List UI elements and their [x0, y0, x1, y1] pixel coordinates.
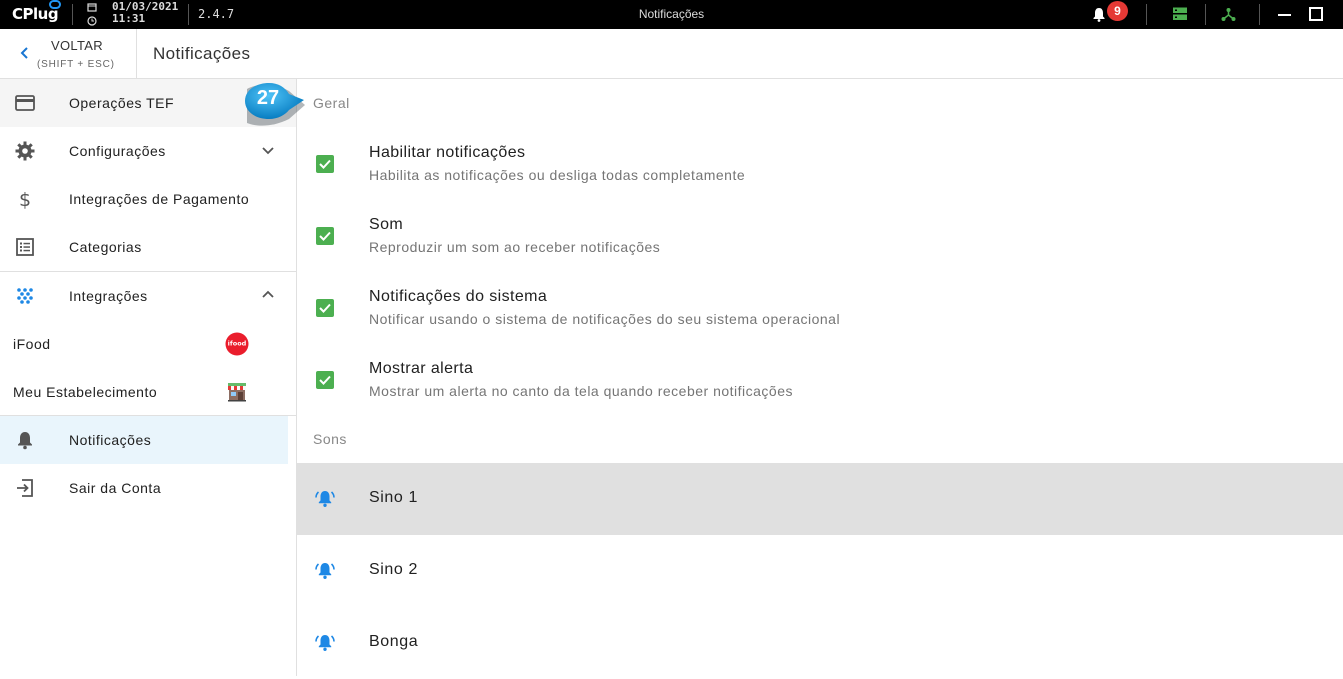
sidebar-item-label: Operações TEF [69, 95, 175, 111]
sidebar-item-integracoes[interactable]: Integrações [0, 272, 296, 320]
sidebar-item-label: Meu Estabelecimento [13, 384, 158, 400]
sidebar-item-label: Sair da Conta [69, 480, 162, 496]
store-icon [228, 383, 246, 402]
server-icon[interactable] [1173, 7, 1187, 21]
sound-item-sino-2[interactable]: Sino 2 [297, 535, 1343, 607]
option-notificacoes-do-sistema[interactable]: Notificações do sistema Notificar usando… [297, 288, 1343, 360]
option-title: Som [369, 216, 404, 233]
sidebar-item-label: Configurações [69, 143, 166, 159]
sidebar-item-label: Notificações [69, 432, 152, 448]
option-title: Notificações do sistema [369, 288, 548, 305]
ifood-logo-icon: ifood [225, 332, 249, 356]
separator [1205, 4, 1206, 25]
back-button[interactable]: VOLTAR (SHIFT + ESC) [0, 29, 137, 78]
network-icon[interactable] [1221, 7, 1236, 22]
window-title: Notificações [638, 7, 705, 21]
option-description: Mostrar um alerta no canto da tela quand… [369, 383, 794, 399]
maximize-icon[interactable] [1309, 7, 1323, 21]
chevron-down-icon [262, 147, 274, 155]
notification-badge[interactable]: 9 [1107, 1, 1128, 21]
sidebar-item-label: iFood [13, 336, 51, 352]
sound-label: Bonga [369, 633, 419, 650]
page-title: Notificações [153, 44, 251, 63]
dots-grid-icon [17, 288, 33, 304]
check-icon [319, 159, 331, 169]
option-title: Mostrar alerta [369, 360, 474, 377]
sidebar-item-integracoes-pagamento[interactable]: $ Integrações de Pagamento [0, 175, 296, 223]
option-mostrar-alerta[interactable]: Mostrar alerta Mostrar um alerta no cant… [297, 360, 1343, 432]
main-content: Geral Habilitar notificações Habilita as… [297, 79, 1343, 676]
chevron-left-icon [20, 47, 28, 59]
sound-item-bonga[interactable]: Bonga [297, 607, 1343, 679]
option-som[interactable]: Som Reproduzir um som ao receber notific… [297, 216, 1343, 288]
gear-icon [15, 141, 35, 161]
bell-ringing-icon [315, 635, 335, 651]
sidebar-item-notificacoes[interactable]: Notificações [0, 416, 288, 464]
check-icon [319, 231, 331, 241]
option-description: Notificar usando o sistema de notificaçõ… [369, 311, 841, 327]
title-bar: CPlug 01/03/2021 11:31 2.4.7 Notificaçõe… [0, 0, 1343, 29]
svg-text:ifood: ifood [228, 340, 247, 348]
dollar-icon: $ [19, 189, 31, 210]
checkbox-checked[interactable] [316, 299, 334, 317]
sidebar-item-sair-da-conta[interactable]: Sair da Conta [0, 464, 296, 512]
logout-icon [17, 479, 33, 497]
sound-item-sino-1[interactable]: Sino 1 [297, 463, 1343, 535]
sidebar-item-meu-estabelecimento[interactable]: Meu Estabelecimento [0, 368, 296, 416]
chevron-up-icon [262, 290, 274, 298]
checkbox-checked[interactable] [316, 371, 334, 389]
option-title: Habilitar notificações [369, 144, 526, 161]
checkbox-checked[interactable] [316, 155, 334, 173]
sidebar-item-label: Integrações de Pagamento [69, 191, 250, 207]
separator [1259, 4, 1260, 25]
sidebar-item-label: Integrações [69, 288, 148, 304]
checkbox-checked[interactable] [316, 227, 334, 245]
sidebar-item-ifood[interactable]: iFood ifood [0, 320, 296, 368]
bell-icon [18, 432, 32, 450]
bell-ringing-icon [315, 491, 335, 507]
option-habilitar-notificacoes[interactable]: Habilitar notificações Habilita as notif… [297, 144, 1343, 216]
page-header: VOLTAR (SHIFT + ESC) Notificações [0, 29, 1343, 79]
check-icon [319, 375, 331, 385]
minimize-icon[interactable] [1278, 14, 1291, 16]
back-label: VOLTAR [51, 38, 103, 53]
sidebar-item-label: Categorias [69, 239, 142, 255]
section-title-geral: Geral [313, 95, 350, 111]
separator [1146, 4, 1147, 25]
sidebar-item-configuracoes[interactable]: Configurações [0, 127, 296, 175]
sound-label: Sino 1 [369, 489, 418, 506]
back-shortcut: (SHIFT + ESC) [37, 59, 115, 70]
bell-ringing-icon [315, 563, 335, 579]
sidebar: Operações TEF Configurações $ Integraçõe… [0, 79, 297, 676]
credit-card-icon [15, 95, 35, 111]
option-description: Reproduzir um som ao receber notificaçõe… [369, 239, 661, 255]
sidebar-item-categorias[interactable]: Categorias [0, 223, 296, 271]
svg-text:$: $ [19, 189, 31, 210]
option-description: Habilita as notificações ou desliga toda… [369, 167, 746, 183]
check-icon [319, 303, 331, 313]
notification-bell-icon[interactable] [1092, 7, 1106, 22]
list-icon [16, 238, 34, 256]
section-title-sons: Sons [313, 431, 347, 447]
sound-label: Sino 2 [369, 561, 418, 578]
step-callout-number: 27 [256, 87, 280, 109]
